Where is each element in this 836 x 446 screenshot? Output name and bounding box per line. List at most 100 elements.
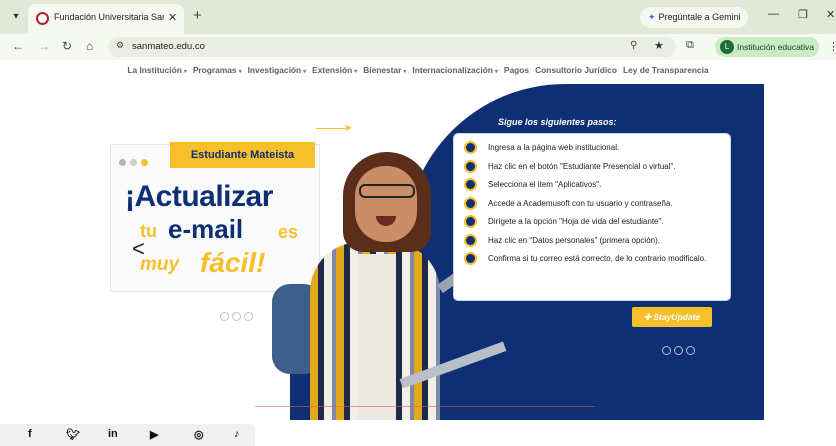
chevron-down-icon: ▾ [183,69,187,75]
carousel-dot[interactable] [686,346,695,355]
site-favicon-icon [36,12,49,25]
hero-bottom-divider [255,406,595,407]
nav-item[interactable]: Programas ▾ [193,61,242,81]
headline-email: e-mail [168,214,244,244]
step-item: Haz clic en "Datos personales" (primera … [464,233,722,254]
nav-item[interactable]: Internacionalización ▾ [412,61,498,81]
tab-title: Fundación Universitaria San Ma [54,12,164,22]
step-bullet-icon [464,233,477,247]
nav-item-label: Bienestar [363,65,402,75]
step-text: Accede a Academusoft con tu usuario y co… [488,198,673,208]
chevron-down-icon: ▾ [403,69,407,75]
nav-item-label: La Institución [127,65,182,75]
headline-facil: fácil! [200,247,266,278]
carousel-next-button[interactable]: > [714,236,727,262]
student-shirt [358,254,396,420]
chevron-down-icon: ▾ [303,69,307,75]
step-text: Selecciona el item "Aplicativos". [488,180,602,189]
carousel-dot[interactable] [232,312,241,321]
hero-banner: Estudiante Mateista ➤ ¡Actualizar tu e-m… [10,84,764,420]
nav-item-label: Ley de Transparencia [622,65,709,75]
step-bullet-icon [464,215,477,228]
decorative-arrow [316,128,346,129]
profile-avatar: L [720,40,734,54]
carousel-dots-right [662,342,698,360]
tab-close-icon[interactable]: ✕ [168,11,177,24]
nav-item[interactable]: Investigación ▾ [248,61,307,81]
step-text: Dirígete a la opción "Hoja de vida del e… [488,217,664,226]
step-bullet-icon [464,159,477,173]
carousel-dot[interactable] [244,312,253,321]
zoom-icon[interactable]: ⚲ [630,40,637,51]
step-bullet-icon [464,252,477,265]
gemini-button[interactable]: ✦ Pregúntale a Gemini [640,7,748,28]
window-dots [119,153,152,171]
step-item: Ingresa a la página web institucional. [464,141,722,161]
url-text: sanmateo.edu.co [132,41,205,52]
back-arrow-icon[interactable]: ← [12,39,24,53]
youtube-icon[interactable]: ▶ [150,428,158,441]
nav-item[interactable]: Consultorio Jurídico [535,61,617,79]
nav-item-label: Internacionalización [412,65,493,75]
step-bullet-icon [464,178,477,191]
nav-item[interactable]: Bienestar ▾ [363,61,406,81]
extensions-icon[interactable]: ⧉ [686,39,694,52]
steps-title: Sigue los siguientes pasos: [498,117,617,127]
carousel-dots-left [220,308,256,326]
site-info-icon[interactable]: ⚙ [116,40,124,51]
step-item: Dirígete a la opción "Hoja de vida del e… [464,215,722,235]
restore-button[interactable]: ❐ [798,8,808,21]
twitter-icon[interactable]: 🐦︎ [66,428,80,441]
chevron-down-icon: ▾ [494,69,498,75]
carousel-prev-button[interactable]: < [132,236,145,262]
instagram-icon[interactable]: ◎ [194,428,204,441]
headline-es: es [278,222,299,242]
step-bullet-icon [464,196,477,210]
nav-item-label: Pagos [503,65,530,75]
browser-tab-bar: ▾ Fundación Universitaria San Ma ✕ + ✦Pr… [0,0,836,34]
nav-item-label: Consultorio Jurídico [535,65,617,75]
student-glasses [359,184,415,198]
reload-icon[interactable]: ↻ [62,39,72,53]
nav-item-label: Programas [192,65,237,75]
nav-item[interactable]: La Institución ▾ [127,61,186,81]
step-item: Confirma si tu correo está correcto, de … [464,252,722,281]
nav-item-label: Investigación [247,65,302,75]
headline-actualizar: ¡Actualizar [125,180,273,213]
window-close-button[interactable]: ✕ [826,8,835,21]
step-item: Selecciona el item "Aplicativos". [464,178,722,198]
nav-item[interactable]: Pagos [504,61,529,79]
social-links-bar: f 🐦︎ in ▶ ◎ ♪ [0,424,255,446]
new-tab-button[interactable]: + [193,7,202,24]
tab-search-chevron-icon[interactable]: ▾ [8,9,24,25]
student-face [355,166,417,242]
profile-chip[interactable]: L Institución educativa [715,37,819,57]
student-badge: Estudiante Mateista [170,142,315,168]
forward-arrow-icon[interactable]: → [38,39,50,53]
tiktok-icon[interactable]: ♪ [234,428,240,440]
step-text: Ingresa a la página web institucional. [488,143,620,152]
profile-label: Institución educativa [737,42,815,52]
stayupdate-badge: ✚ StayUpdate [632,307,712,327]
step-text: Haz clic en el botón "Estudiante Presenc… [488,161,676,171]
facebook-icon[interactable]: f [28,428,32,440]
browser-menu-icon[interactable]: ⋮ [828,40,836,53]
carousel-dot[interactable] [674,346,683,355]
nav-item[interactable]: Extensión ▾ [312,61,357,81]
carousel-dot[interactable] [662,346,671,355]
bookmark-star-icon[interactable]: ★ [654,39,664,52]
carousel-dot[interactable] [220,312,229,321]
step-text: Haz clic en "Datos personales" (primera … [488,235,660,245]
chevron-down-icon: ▾ [238,69,242,75]
address-bar[interactable]: ⚙ sanmateo.edu.co ⚲ ★ [108,37,676,57]
step-bullet-icon [464,141,477,154]
gemini-sparkle-icon: ✦ [648,12,656,22]
site-navigation: La Institución ▾ Programas ▾ Investigación ▾ E… [0,60,836,78]
nav-item[interactable]: Ley de Transparencia [623,61,709,79]
browser-toolbar: ← → ↻ ⌂ ⚙ sanmateo.edu.co ⚲ ★ [0,34,836,60]
browser-tab-active[interactable]: Fundación Universitaria San Ma ✕ [28,4,184,34]
linkedin-icon[interactable]: in [108,428,118,440]
gemini-label: Pregúntale a Gemini [658,12,741,22]
home-icon[interactable]: ⌂ [86,39,93,53]
minimize-button[interactable]: — [768,8,779,20]
